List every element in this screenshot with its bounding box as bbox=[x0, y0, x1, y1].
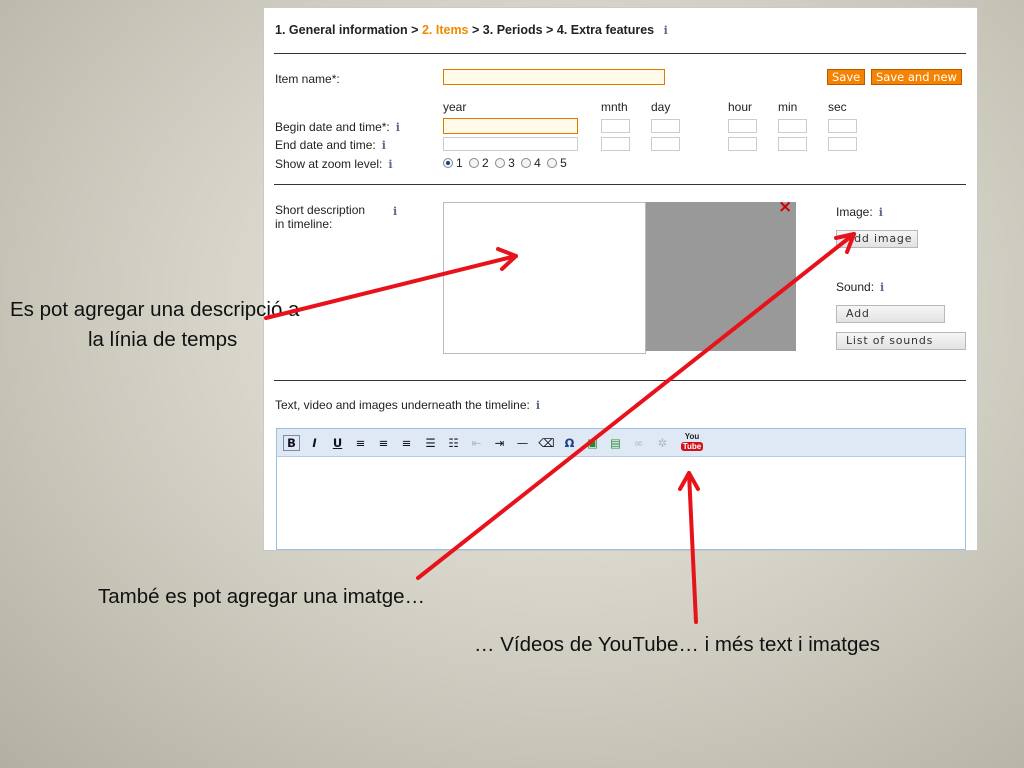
arrow-to-youtube bbox=[678, 471, 700, 624]
arrow-to-description bbox=[264, 247, 518, 320]
annotation-arrows bbox=[264, 232, 856, 624]
arrow-to-add-image bbox=[416, 232, 856, 580]
